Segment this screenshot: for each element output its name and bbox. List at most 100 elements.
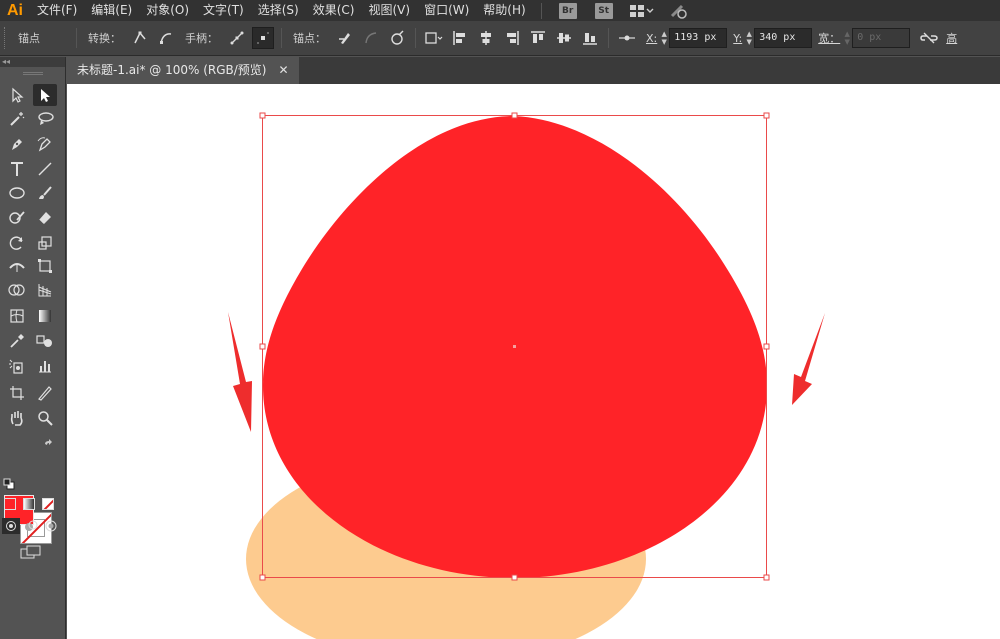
menu-help[interactable]: 帮助(H) [476, 0, 532, 21]
tools-panel: ◂◂ [0, 57, 66, 639]
separator [415, 28, 416, 48]
app-logo: Ai [7, 1, 23, 19]
chevron-down-icon [646, 8, 654, 13]
direct-selection-tool-icon[interactable] [33, 84, 57, 106]
mesh-tool-icon[interactable] [5, 305, 29, 327]
separator [281, 28, 282, 48]
show-handles-icon[interactable] [226, 27, 248, 49]
handle-label: 手柄： [185, 32, 218, 45]
column-graph-tool-icon[interactable] [33, 355, 57, 377]
align-vcenter-icon[interactable] [553, 27, 575, 49]
panel-grip[interactable] [0, 67, 65, 79]
menu-type[interactable]: 文字(T) [196, 0, 251, 21]
blend-tool-icon[interactable] [33, 330, 57, 352]
hand-tool-icon[interactable] [5, 407, 29, 429]
gradient-tool-icon[interactable] [33, 305, 57, 327]
menu-effect[interactable]: 效果(C) [306, 0, 362, 21]
convert-corner-icon[interactable] [129, 27, 151, 49]
lasso-tool-icon[interactable] [33, 108, 57, 130]
control-bar-grip[interactable] [4, 27, 8, 49]
y-input[interactable]: 340 px [754, 28, 813, 48]
shape-builder-tool-icon[interactable] [5, 279, 29, 301]
swap-colors-icon[interactable] [42, 438, 56, 452]
width-tool-icon[interactable] [5, 255, 29, 277]
draw-behind-icon[interactable] [22, 518, 40, 534]
document-tab-bar: 未标题-1.ai* @ 100% (RGB/预览) ✕ [67, 57, 1000, 84]
type-tool-icon[interactable] [5, 158, 29, 180]
anchors-label: 锚点： [293, 32, 326, 45]
left-arrow-annotation [228, 312, 252, 432]
width-label: 宽： [818, 32, 841, 45]
right-arrow-annotation [792, 313, 825, 405]
menu-view[interactable]: 视图(V) [361, 0, 417, 21]
perspective-grid-tool-icon[interactable] [33, 279, 57, 301]
convert-label: 转换： [88, 32, 121, 45]
workspace-switcher[interactable] [629, 4, 656, 17]
panel-collapse-button[interactable]: ◂◂ [0, 57, 65, 67]
align-hcenter-icon[interactable] [475, 27, 497, 49]
separator [76, 28, 77, 48]
zoom-tool-icon[interactable] [33, 407, 57, 429]
draw-inside-icon[interactable] [42, 518, 60, 534]
menu-edit[interactable]: 编辑(E) [84, 0, 139, 21]
reference-point-icon[interactable] [616, 27, 638, 49]
separator [608, 28, 609, 48]
line-tool-icon[interactable] [33, 158, 57, 180]
cut-path-icon[interactable] [386, 27, 408, 49]
x-stepper[interactable]: ▲ ▼ [659, 28, 669, 48]
stock-button[interactable]: St [594, 2, 613, 19]
document-tab[interactable]: 未标题-1.ai* @ 100% (RGB/预览) ✕ [67, 57, 299, 84]
link-icon[interactable] [918, 27, 940, 49]
paintbrush-tool-icon[interactable] [33, 182, 57, 204]
eyedropper-tool-icon[interactable] [5, 330, 29, 352]
convert-smooth-icon[interactable] [155, 27, 177, 49]
workspace-grid-icon [629, 4, 644, 17]
slice-tool-icon[interactable] [33, 382, 57, 404]
ellipse-tool-icon[interactable] [5, 182, 29, 204]
default-colors-icon[interactable] [2, 477, 16, 491]
magic-wand-tool-icon[interactable] [5, 108, 29, 130]
shaper-tool-icon[interactable] [5, 206, 29, 228]
rotate-tool-icon[interactable] [5, 232, 29, 254]
none-mode-icon[interactable] [42, 498, 54, 510]
center-point [513, 345, 516, 348]
align-top-icon[interactable] [527, 27, 549, 49]
artboard-canvas[interactable] [67, 84, 1000, 639]
x-label: X: [646, 31, 658, 45]
y-stepper[interactable]: ▲ ▼ [744, 28, 754, 48]
menu-object[interactable]: 对象(O) [139, 0, 196, 21]
align-right-icon[interactable] [501, 27, 523, 49]
bridge-button[interactable]: Br [558, 2, 577, 19]
free-transform-tool-icon[interactable] [33, 255, 57, 277]
gradient-mode-icon[interactable] [23, 498, 35, 510]
connect-anchor-icon[interactable] [360, 27, 382, 49]
menu-bar: Ai 文件(F) 编辑(E) 对象(O) 文字(T) 选择(S) 效果(C) 视… [0, 0, 1000, 21]
menu-select[interactable]: 选择(S) [251, 0, 306, 21]
anchor-mode-label: 锚点 [18, 32, 40, 45]
selection-tool-icon[interactable] [5, 84, 29, 106]
menu-file[interactable]: 文件(F) [30, 0, 84, 21]
symbol-sprayer-tool-icon[interactable] [5, 355, 29, 377]
remove-anchor-icon[interactable] [334, 27, 356, 49]
width-stepper: ▲ ▼ [844, 30, 850, 46]
color-mode-icon[interactable] [4, 498, 16, 510]
gpu-performance-icon[interactable] [668, 2, 690, 20]
pen-tool-icon[interactable] [5, 133, 29, 155]
eraser-tool-icon[interactable] [33, 206, 57, 228]
scale-tool-icon[interactable] [33, 232, 57, 254]
align-bottom-icon[interactable] [579, 27, 601, 49]
width-input: 0 px [852, 28, 911, 48]
align-to-icon[interactable] [423, 27, 445, 49]
screen-mode-icon[interactable] [18, 543, 44, 561]
menu-window[interactable]: 窗口(W) [417, 0, 476, 21]
menu-divider [540, 2, 542, 19]
artboard-tool-icon[interactable] [5, 382, 29, 404]
control-bar: 锚点 转换： 手柄： 锚点： X: ▲ ▼ 1193 px Y: ▲ ▼ 340… [0, 21, 1000, 56]
document-tab-title: 未标题-1.ai* @ 100% (RGB/预览) [77, 63, 267, 77]
hide-handles-icon[interactable] [252, 27, 274, 49]
x-input[interactable]: 1193 px [669, 28, 728, 48]
curvature-tool-icon[interactable] [33, 133, 57, 155]
align-left-icon[interactable] [449, 27, 471, 49]
close-tab-icon[interactable]: ✕ [279, 57, 289, 84]
draw-normal-icon[interactable] [2, 518, 20, 534]
